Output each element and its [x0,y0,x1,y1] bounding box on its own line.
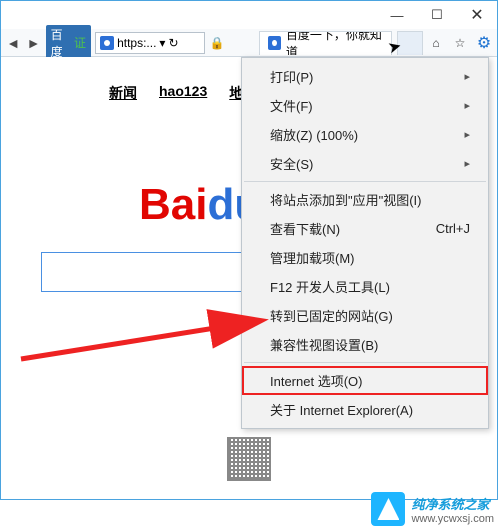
gear-icon[interactable]: ⚙ [475,32,493,54]
nav-hao123[interactable]: hao123 [159,83,207,103]
menu-add-to-apps[interactable]: 将站点添加到"应用"视图(I) [242,185,488,214]
tab-favicon-icon [268,36,281,50]
home-icon[interactable]: ⌂ [427,32,445,54]
browser-window: — ☐ ✕ ◄ ► 百度 证 https:... ▾ ↻ 🔒 百度一下，你就知道… [0,0,498,500]
menu-separator [244,181,486,182]
menu-separator [244,362,486,363]
dropdown-icon[interactable]: ▾ [159,36,165,50]
new-tab-button[interactable] [397,31,423,55]
right-toolbar: ⌂ ☆ ⚙ [427,32,493,54]
menu-pinned-sites[interactable]: 转到已固定的网站(G) [242,301,488,330]
menu-file[interactable]: 文件(F) [242,91,488,120]
back-button[interactable]: ◄ [5,34,21,52]
favicon-icon [100,36,114,50]
maximize-button[interactable]: ☐ [417,4,457,26]
forward-button[interactable]: ► [25,34,41,52]
shortcut-label: Ctrl+J [436,221,470,236]
nav-news[interactable]: 新闻 [109,83,137,103]
menu-internet-options[interactable]: Internet 选项(O) [242,366,488,395]
close-button[interactable]: ✕ [457,4,497,26]
menu-downloads[interactable]: 查看下载(N)Ctrl+J [242,214,488,243]
toolbar: ◄ ► 百度 证 https:... ▾ ↻ 🔒 百度一下，你就知道 ⌂ ☆ ⚙ [1,29,497,57]
site-identity-badge[interactable]: 百度 证 [46,25,91,61]
menu-print[interactable]: 打印(P) [242,62,488,91]
tools-menu: 打印(P) 文件(F) 缩放(Z) (100%) 安全(S) 将站点添加到"应用… [241,57,489,429]
tab-title: 百度一下，你就知道 [286,31,384,55]
menu-about-ie[interactable]: 关于 Internet Explorer(A) [242,395,488,424]
watermark-url: www.ycwxsj.com [411,513,494,525]
menu-devtools[interactable]: F12 开发人员工具(L) [242,272,488,301]
refresh-icon[interactable]: ↻ [168,36,178,50]
url-text: https:... [117,36,156,50]
qr-code [227,437,271,481]
menu-addons[interactable]: 管理加载项(M) [242,243,488,272]
menu-safety[interactable]: 安全(S) [242,149,488,178]
browser-tab[interactable]: 百度一下，你就知道 [259,31,392,55]
minimize-button[interactable]: — [377,4,417,26]
lock-icon: 🔒 [209,32,225,54]
address-bar[interactable]: https:... ▾ ↻ [95,32,205,54]
watermark: 纯净系统之家 www.ycwxsj.com [371,492,494,526]
menu-compat-view[interactable]: 兼容性视图设置(B) [242,330,488,359]
window-controls: — ☐ ✕ [377,4,497,26]
watermark-title: 纯净系统之家 [411,494,494,513]
site-badge-hint: 证 [74,34,86,51]
menu-zoom[interactable]: 缩放(Z) (100%) [242,120,488,149]
watermark-logo-icon [371,492,405,526]
favorites-icon[interactable]: ☆ [451,32,469,54]
site-badge-text: 百度 [51,26,71,60]
